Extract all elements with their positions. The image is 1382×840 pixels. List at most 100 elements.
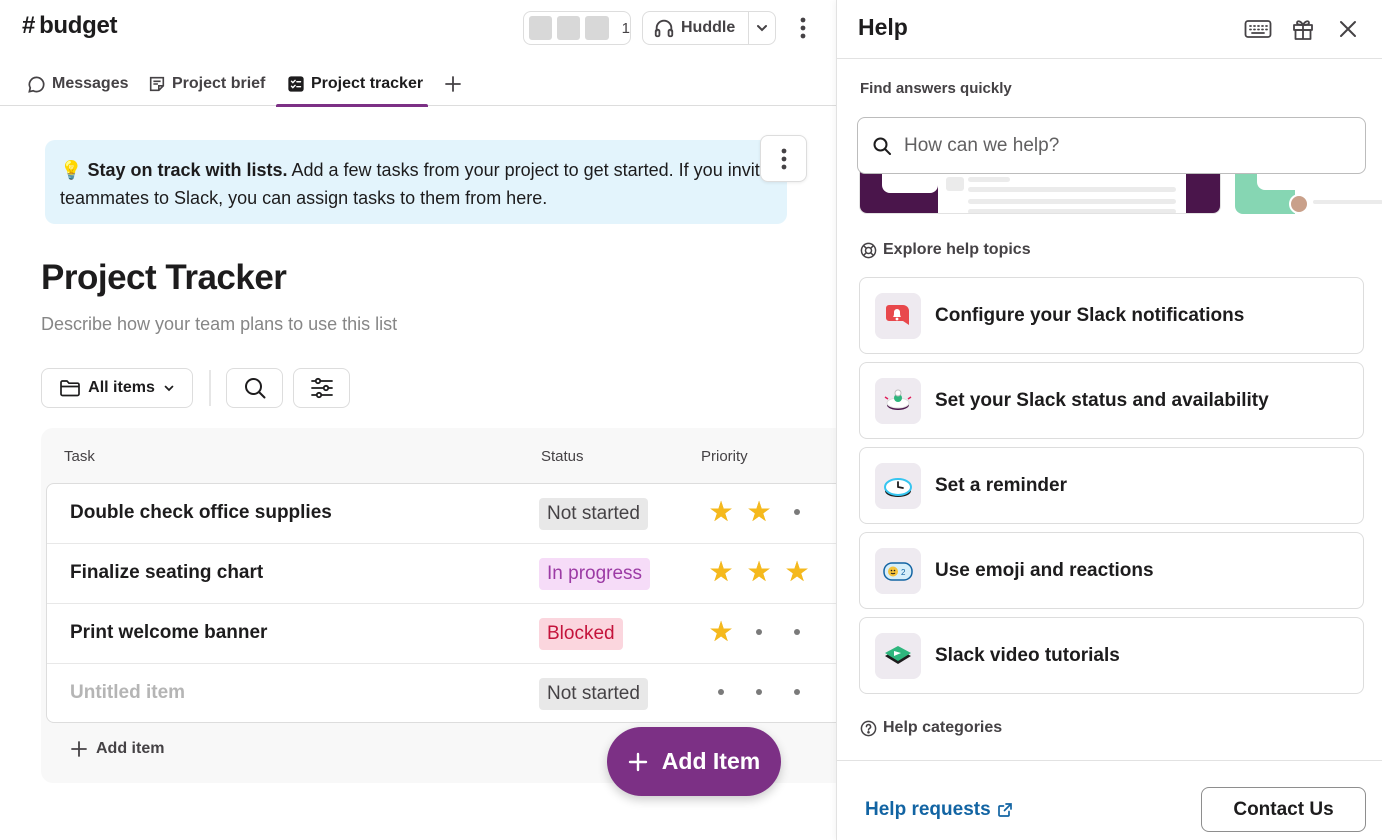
star-empty-dot-icon[interactable] — [778, 676, 816, 708]
banner-more-button[interactable] — [760, 135, 807, 182]
star-icon: ★ — [784, 556, 810, 587]
channel-view: # budget 1 Huddle Messages Project brief… — [0, 0, 836, 840]
dot-icon — [794, 509, 800, 515]
card-art — [968, 209, 1176, 213]
list-title[interactable]: Project Tracker — [41, 258, 287, 298]
more-vertical-icon — [781, 148, 786, 169]
search-icon — [244, 378, 265, 399]
dot-icon — [794, 689, 800, 695]
star-filled-icon[interactable]: ★ — [740, 496, 778, 528]
topic-label: Set a reminder — [935, 474, 1067, 496]
star-icon: ★ — [746, 496, 772, 527]
svg-text:2: 2 — [901, 568, 906, 577]
list-filter-button[interactable] — [293, 368, 350, 408]
column-header-status[interactable]: Status — [541, 448, 584, 465]
dot-icon — [756, 689, 762, 695]
star-empty-dot-icon[interactable] — [778, 616, 816, 648]
column-header-priority[interactable]: Priority — [701, 448, 748, 465]
filter-sliders-icon — [310, 377, 333, 399]
task-cell[interactable]: Untitled item — [70, 682, 185, 704]
status-badge[interactable]: In progress — [539, 558, 651, 590]
star-empty-dot-icon[interactable] — [702, 676, 740, 708]
tab-label: Project brief — [172, 75, 266, 92]
add-tab-button[interactable] — [440, 62, 466, 106]
whats-new-button[interactable] — [1286, 12, 1320, 46]
dot-icon — [794, 629, 800, 635]
card-art — [1313, 200, 1382, 204]
add-item-link[interactable]: Add item — [70, 740, 164, 758]
status-badge[interactable]: Blocked — [539, 618, 623, 650]
lifebuoy-icon — [860, 242, 877, 258]
huddle-button[interactable]: Huddle — [643, 12, 749, 44]
tab-project-tracker[interactable]: Project tracker — [276, 62, 428, 107]
help-search-field[interactable] — [857, 117, 1366, 174]
carousel-card[interactable] — [859, 170, 1221, 214]
avatar — [1289, 194, 1309, 214]
table-row[interactable]: Double check office supplies Not started… — [47, 484, 836, 544]
task-cell[interactable]: Finalize seating chart — [70, 562, 263, 584]
app-window: # budget 1 Huddle Messages Project brief… — [0, 0, 1382, 840]
canvas-doc-icon — [149, 76, 165, 92]
task-cell[interactable]: Print welcome banner — [70, 622, 267, 644]
keyboard-shortcuts-button[interactable] — [1241, 12, 1275, 46]
priority-rating[interactable]: ★ ★ ★ — [702, 556, 816, 588]
star-filled-icon[interactable]: ★ — [702, 556, 740, 588]
list-search-button[interactable] — [226, 368, 283, 408]
message-bubble-icon — [28, 76, 45, 93]
table-row[interactable]: Untitled item Not started — [47, 664, 836, 724]
priority-rating[interactable]: ★ — [702, 616, 816, 648]
topic-label: Set your Slack status and availability — [935, 389, 1269, 411]
add-item-fab[interactable]: Add Item — [607, 727, 781, 796]
status-badge[interactable]: Not started — [539, 678, 648, 710]
star-filled-icon[interactable]: ★ — [702, 616, 740, 648]
help-carousel[interactable] — [859, 170, 1382, 214]
view-selector-button[interactable]: All items — [41, 368, 193, 408]
priority-rating[interactable] — [702, 676, 816, 708]
help-search-input[interactable] — [904, 134, 1344, 157]
channel-more-button[interactable] — [790, 14, 816, 42]
help-topic-videos[interactable]: Slack video tutorials — [859, 617, 1364, 694]
channel-name-text: budget — [39, 12, 118, 39]
star-empty-dot-icon[interactable] — [778, 496, 816, 528]
list-description[interactable]: Describe how your team plans to use this… — [41, 314, 397, 335]
close-help-button[interactable] — [1331, 12, 1365, 46]
help-topic-reminder[interactable]: Set a reminder — [859, 447, 1364, 524]
task-cell[interactable]: Double check office supplies — [70, 502, 332, 524]
help-requests-link[interactable]: Help requests — [865, 799, 1013, 821]
list-icon — [288, 76, 304, 92]
member-count: 1 — [621, 19, 630, 37]
tab-project-brief[interactable]: Project brief — [148, 62, 265, 106]
help-categories-link[interactable]: Help categories — [860, 719, 1002, 737]
status-badge[interactable]: Not started — [539, 498, 648, 530]
tab-messages[interactable]: Messages — [27, 62, 129, 106]
contact-us-button[interactable]: Contact Us — [1201, 787, 1366, 832]
star-filled-icon[interactable]: ★ — [740, 556, 778, 588]
help-header: Help — [837, 0, 1382, 59]
avatar — [556, 15, 582, 41]
fab-label: Add Item — [661, 748, 761, 774]
channel-name[interactable]: # budget — [22, 12, 118, 40]
channel-hash: # — [22, 12, 36, 39]
table-row[interactable]: Finalize seating chart In progress ★ ★ ★ — [47, 544, 836, 604]
help-topic-notifications[interactable]: Configure your Slack notifications — [859, 277, 1364, 354]
help-topic-emoji[interactable]: 2 Use emoji and reactions — [859, 532, 1364, 609]
star-empty-dot-icon[interactable] — [740, 676, 778, 708]
priority-rating[interactable]: ★ ★ — [702, 496, 816, 528]
star-empty-dot-icon[interactable] — [740, 616, 778, 648]
star-filled-icon[interactable]: ★ — [702, 496, 740, 528]
status-icon — [875, 377, 921, 424]
help-topic-status[interactable]: Set your Slack status and availability — [859, 362, 1364, 439]
carousel-card[interactable] — [1235, 170, 1382, 214]
column-header-task[interactable]: Task — [64, 448, 95, 465]
huddle-options-button[interactable] — [749, 21, 775, 35]
members-button[interactable]: 1 — [523, 11, 631, 45]
view-selector-label: All items — [88, 379, 155, 396]
topic-label: Slack video tutorials — [935, 644, 1120, 666]
table-row[interactable]: Print welcome banner Blocked ★ — [47, 604, 836, 664]
star-icon: ★ — [708, 496, 734, 527]
video-tutorial-icon — [875, 632, 921, 679]
lightbulb-icon: 💡 — [60, 160, 83, 180]
tab-label: Messages — [52, 75, 129, 92]
star-filled-icon[interactable]: ★ — [778, 556, 816, 588]
plus-icon — [628, 752, 647, 771]
